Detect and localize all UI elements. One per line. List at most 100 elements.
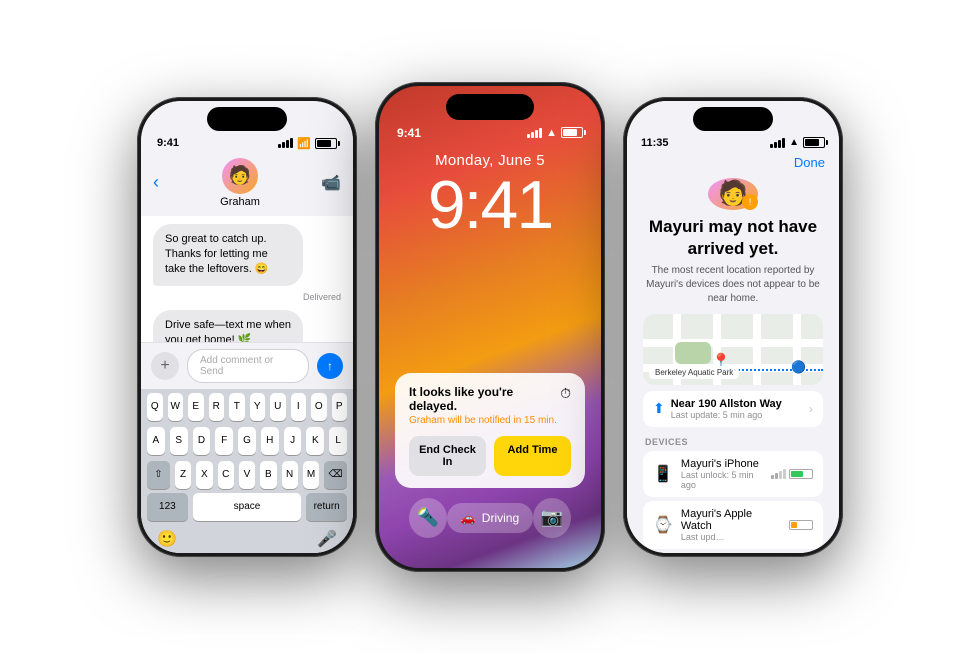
status-time-3: 11:35	[641, 137, 669, 149]
emoji-icon[interactable]: 🙂	[157, 529, 177, 549]
battery-icon-1	[315, 138, 337, 149]
watch-name: Mayuri's Apple Watch	[681, 508, 781, 532]
iphone-battery	[771, 469, 813, 479]
add-time-button[interactable]: Add Time	[494, 436, 571, 476]
end-check-in-button[interactable]: End Check In	[409, 436, 486, 476]
mic-icon[interactable]: 🎤	[317, 529, 337, 549]
signal-icon-1	[278, 138, 293, 148]
key-y[interactable]: Y	[250, 393, 266, 421]
key-u[interactable]: U	[270, 393, 286, 421]
keyboard: Q W E R T Y U I O P A S D	[141, 389, 353, 553]
key-l[interactable]: L	[329, 427, 347, 455]
phone-alert: 11:35 ▲ Done	[623, 97, 843, 557]
plus-button[interactable]: +	[151, 352, 179, 380]
keyboard-row-4: 123 space return	[141, 491, 353, 525]
watch-battery	[789, 520, 813, 530]
dynamic-island-right	[693, 107, 773, 131]
key-z[interactable]: Z	[175, 461, 191, 489]
location-update: Last update: 5 min ago	[671, 410, 803, 420]
lock-bottom-bar: 🔦 🚗 Driving 📷	[379, 498, 601, 538]
navigation-icon: ⬆	[653, 400, 665, 417]
key-a[interactable]: A	[147, 427, 165, 455]
key-shift[interactable]: ⇧	[147, 461, 170, 489]
alert-screen: 11:35 ▲ Done	[627, 101, 839, 553]
delay-subtitle: Graham will be notified in 15 min.	[409, 415, 571, 426]
map-container: 📍 🔵 Berkeley Aquatic Park	[643, 314, 823, 385]
key-e[interactable]: E	[188, 393, 204, 421]
key-t[interactable]: T	[229, 393, 245, 421]
flashlight-button[interactable]: 🔦	[409, 498, 447, 538]
phone-lockscreen: 9:41 ▲ Monda	[375, 82, 605, 572]
key-g[interactable]: G	[238, 427, 256, 455]
keyboard-row-3: ⇧ Z X C V B N M ⌫	[141, 457, 353, 491]
chevron-right-icon: ›	[809, 402, 813, 416]
messages-content: So great to catch up. Thanks for letting…	[141, 216, 353, 342]
device-row-watch: ⌚ Mayuri's Apple Watch Last upd…	[643, 501, 823, 549]
key-space[interactable]: space	[193, 493, 302, 521]
key-m[interactable]: M	[303, 461, 319, 489]
key-r[interactable]: R	[209, 393, 225, 421]
iphone-info: Mayuri's iPhone Last unlock: 5 min ago	[681, 458, 763, 490]
camera-button[interactable]: 📷	[533, 498, 571, 538]
lock-date: Monday, June 5	[379, 152, 601, 169]
key-v[interactable]: V	[239, 461, 255, 489]
key-n[interactable]: N	[282, 461, 298, 489]
key-s[interactable]: S	[170, 427, 188, 455]
message-bubble-2: Drive safe—text me when you get home! 🌿	[153, 310, 303, 342]
key-x[interactable]: X	[196, 461, 212, 489]
lock-time: 9:41	[379, 171, 601, 239]
messages-screen: 9:41 📶 ‹	[141, 101, 353, 553]
key-123[interactable]: 123	[147, 493, 188, 521]
lock-screen: 9:41 ▲ Monda	[379, 86, 601, 568]
delivered-label: Delivered	[153, 292, 341, 302]
location-details: Near 190 Allston Way Last update: 5 min …	[671, 398, 803, 420]
key-return[interactable]: return	[306, 493, 347, 521]
battery-icon-3	[803, 137, 825, 148]
key-i[interactable]: I	[291, 393, 307, 421]
video-call-button[interactable]: 📹	[321, 173, 341, 193]
key-c[interactable]: C	[218, 461, 234, 489]
messages-header: ‹ 🧑 Graham 📹	[141, 154, 353, 216]
key-backspace[interactable]: ⌫	[324, 461, 347, 489]
dynamic-island-left	[207, 107, 287, 131]
delay-emoji: ⏱	[560, 385, 571, 402]
battery-icon-2	[561, 127, 583, 138]
key-j[interactable]: J	[284, 427, 302, 455]
message-input[interactable]: Add comment or Send	[187, 349, 309, 383]
iphone-name: Mayuri's iPhone	[681, 458, 763, 470]
keyboard-row-2: A S D F G H J K L	[141, 423, 353, 457]
send-button[interactable]: ↑	[317, 353, 343, 379]
contact-name: Graham	[220, 196, 260, 208]
alert-subtitle: The most recent location reported by May…	[643, 264, 823, 306]
done-button[interactable]: Done	[794, 155, 825, 170]
alert-title: Mayuri may not have arrived yet.	[643, 216, 823, 260]
key-o[interactable]: O	[311, 393, 327, 421]
key-d[interactable]: D	[193, 427, 211, 455]
key-k[interactable]: K	[306, 427, 324, 455]
map-pin-current: 🔵	[791, 360, 806, 374]
signal-icon-3	[770, 138, 785, 148]
alert-header: Done	[627, 155, 839, 178]
wifi-icon-1: 📶	[297, 137, 311, 150]
warning-badge: !	[742, 194, 758, 210]
contact-info[interactable]: 🧑 Graham	[220, 158, 260, 208]
person-avatar: 🧑 !	[708, 178, 758, 210]
delay-card: It looks like you're delayed. ⏱ Graham w…	[395, 373, 585, 488]
location-row[interactable]: ⬆ Near 190 Allston Way Last update: 5 mi…	[643, 391, 823, 427]
key-q[interactable]: Q	[147, 393, 163, 421]
key-h[interactable]: H	[261, 427, 279, 455]
iphone-sub: Last unlock: 5 min ago	[681, 470, 763, 490]
wifi-icon-3: ▲	[789, 137, 799, 148]
devices-header-label: DEVICES	[643, 433, 823, 451]
key-w[interactable]: W	[168, 393, 184, 421]
message-bubble-1: So great to catch up. Thanks for letting…	[153, 224, 303, 286]
avatar: 🧑	[222, 158, 258, 194]
key-p[interactable]: P	[332, 393, 348, 421]
dynamic-island-center	[446, 94, 534, 120]
back-button[interactable]: ‹	[153, 172, 159, 193]
driving-mode-button[interactable]: 🚗 Driving	[447, 503, 533, 533]
key-f[interactable]: F	[215, 427, 233, 455]
key-b[interactable]: B	[260, 461, 276, 489]
devices-section: DEVICES 📱 Mayuri's iPhone Last unlock: 5…	[643, 433, 823, 553]
delay-title: It looks like you're delayed.	[409, 385, 560, 413]
